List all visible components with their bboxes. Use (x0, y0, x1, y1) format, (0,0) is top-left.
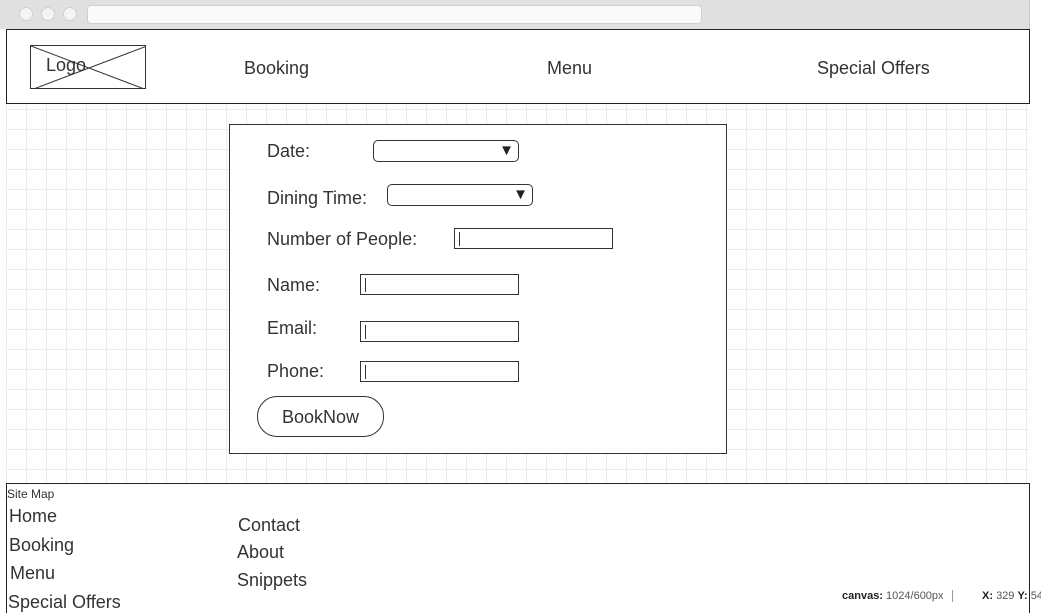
nav-booking[interactable]: Booking (244, 58, 309, 79)
y-value: 54 (1030, 590, 1041, 602)
browser-chrome (0, 0, 1030, 29)
footer-link-home[interactable]: Home (9, 506, 57, 527)
dining-time-label: Dining Time: (267, 188, 368, 208)
site-map-title: Site Map (7, 487, 55, 501)
date-select[interactable]: ▼ (373, 140, 519, 162)
canvas-size-value: 1024/600px (886, 590, 944, 602)
footer-link-snippets[interactable]: Snippets (237, 570, 307, 591)
book-now-button[interactable]: BookNow (257, 396, 384, 437)
nav-special-offers[interactable]: Special Offers (817, 58, 930, 79)
canvas-size-readout: canvas: 1024/600px (842, 590, 944, 602)
chevron-down-icon: ▼ (513, 186, 528, 203)
footer-link-contact[interactable]: Contact (238, 515, 300, 536)
x-value: 329 (996, 590, 1015, 602)
chevron-down-icon: ▼ (499, 142, 514, 159)
text-caret (365, 325, 366, 339)
cursor-position-readout: X: 329 Y: 54 (982, 590, 1041, 602)
x-label: X: (982, 590, 993, 602)
dining-time-select[interactable]: ▼ (387, 184, 533, 206)
canvas-label: canvas: (842, 590, 883, 602)
people-input[interactable] (454, 228, 613, 249)
phone-input[interactable] (360, 361, 519, 382)
footer-link-about[interactable]: About (237, 542, 284, 563)
date-label: Date: (267, 141, 311, 161)
text-caret (365, 365, 366, 379)
logo-label: Logo (46, 55, 87, 75)
text-caret (365, 278, 366, 292)
window-close-dot[interactable] (19, 7, 33, 21)
footer-link-booking[interactable]: Booking (9, 535, 74, 556)
text-caret (459, 232, 460, 246)
booking-form: Date: ▼ Dining Time: ▼ Number of People:… (229, 124, 727, 454)
window-minimize-dot[interactable] (41, 7, 55, 21)
footer-link-menu[interactable]: Menu (10, 563, 55, 584)
email-label: Email: (267, 318, 318, 338)
phone-label: Phone: (267, 361, 325, 381)
logo-placeholder: Logo (30, 45, 146, 89)
window-maximize-dot[interactable] (63, 7, 77, 21)
status-divider (952, 590, 953, 602)
nav-menu[interactable]: Menu (547, 58, 592, 79)
site-header: Logo Booking Menu Special Offers (6, 29, 1030, 104)
name-label: Name: (267, 275, 321, 295)
footer-link-special-offers[interactable]: Special Offers (8, 592, 121, 613)
address-bar[interactable] (87, 5, 702, 24)
y-label: Y: (1017, 590, 1028, 602)
name-input[interactable] (360, 274, 519, 295)
email-input[interactable] (360, 321, 519, 342)
people-label: Number of People: (267, 229, 418, 249)
